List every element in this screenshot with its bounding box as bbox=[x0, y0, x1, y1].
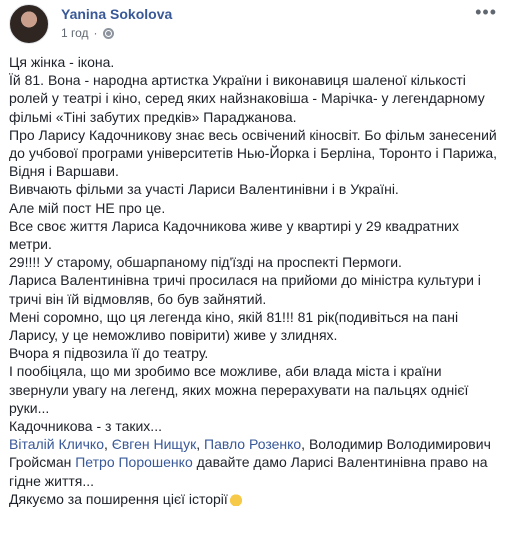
facebook-post: Yanina Sokolova 1 год · ••• Ця жінка - і… bbox=[0, 0, 507, 535]
globe-icon[interactable] bbox=[102, 27, 114, 39]
post-paragraph: І пообіцяла, що ми зробимо все можливе, … bbox=[9, 363, 469, 416]
mention-separator: , bbox=[104, 436, 112, 453]
post-timestamp[interactable]: 1 год bbox=[61, 26, 89, 40]
meta-separator: · bbox=[93, 26, 98, 40]
mention-pavlo-rozenko[interactable]: Павло Розенко bbox=[204, 436, 301, 452]
post-paragraph: Але мій пост НЕ про це. bbox=[9, 199, 166, 216]
post-paragraph: Мені соромно, що ця легенда кіно, якій 8… bbox=[9, 308, 459, 344]
post-body: Ця жінка - ікона. Їй 81. Вона - народна … bbox=[9, 53, 499, 508]
raised-hands-emoji-icon bbox=[228, 491, 243, 506]
post-paragraph: 29!!!! У старому, обшарпаному під'їзді н… bbox=[9, 254, 402, 271]
mention-yevhen-nyshchuk[interactable]: Євген Нищук bbox=[112, 436, 196, 452]
author-avatar[interactable] bbox=[9, 4, 49, 44]
post-paragraph: Про Ларису Кадочникову знає весь освічен… bbox=[9, 126, 498, 180]
post-paragraph: Вчора я підвозила її до театру. bbox=[9, 345, 209, 362]
mention-vitaliy-klychko[interactable]: Віталій Кличко bbox=[9, 436, 104, 452]
author-name[interactable]: Yanina Sokolova bbox=[61, 6, 172, 22]
post-paragraph: Ця жінка - ікона. bbox=[9, 54, 115, 70]
post-paragraph: Лариса Валентинівна тричі просилася на п… bbox=[9, 272, 481, 307]
post-meta: 1 год · bbox=[61, 26, 114, 40]
post-paragraph: Вивчають фільми за участі Лариси Валенти… bbox=[9, 181, 399, 198]
closing-paragraph: Дякуємо за поширення цієї історії bbox=[9, 490, 499, 508]
post-paragraph: Їй 81. Вона - народна артистка України і… bbox=[9, 72, 485, 125]
post-paragraph: Все своє життя Лариса Кадочникова живе у… bbox=[9, 217, 459, 253]
mention-separator: , bbox=[196, 436, 204, 453]
more-options-icon[interactable]: ••• bbox=[475, 3, 497, 21]
closing-text: Дякуємо за поширення цієї історії bbox=[9, 490, 228, 507]
post-paragraph: Кадочникова - з таких... bbox=[9, 418, 162, 435]
mentions-paragraph: Віталій Кличко, Євген Нищук, Павло Розен… bbox=[9, 435, 499, 490]
mention-petro-poroshenko[interactable]: Петро Порошенко bbox=[75, 454, 193, 470]
post-header: Yanina Sokolova 1 год · ••• bbox=[9, 3, 499, 45]
